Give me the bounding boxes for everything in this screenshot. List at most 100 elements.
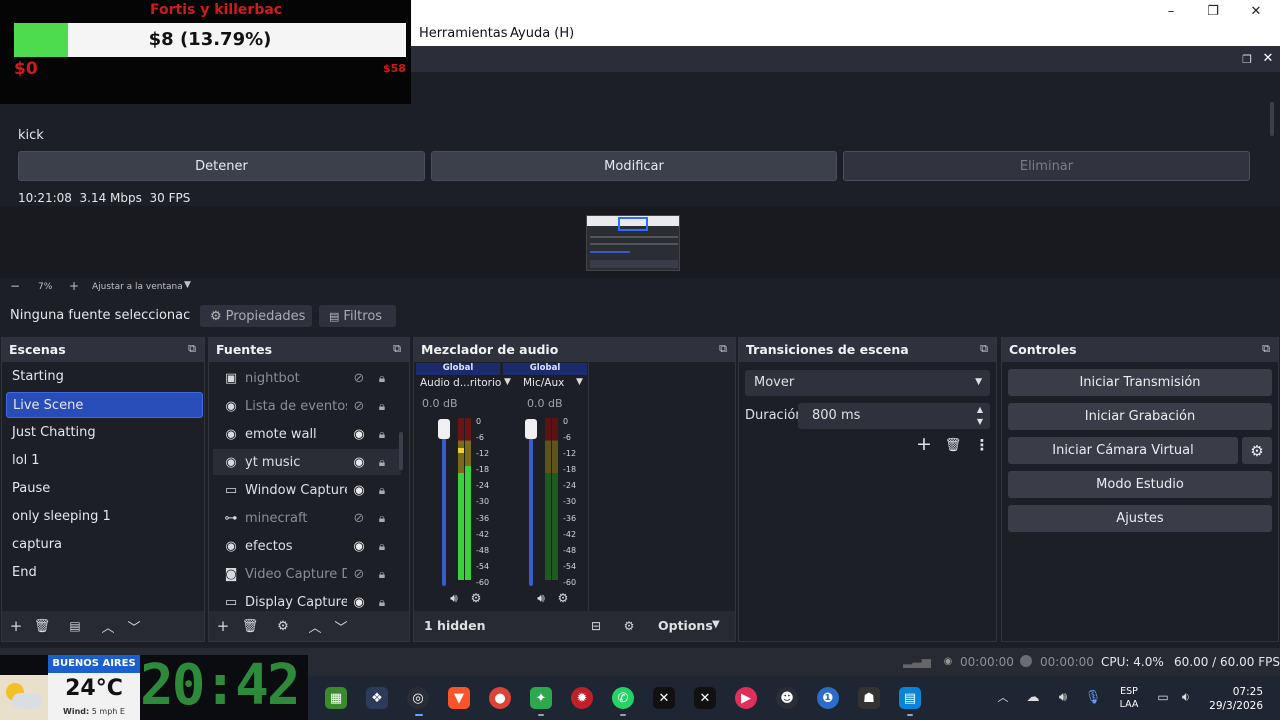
maximize-button[interactable]: ❐ [1203, 2, 1223, 20]
lock-icon[interactable]: 🔒︎ [375, 454, 389, 470]
eye-slash-icon[interactable]: ⊘ [351, 566, 367, 582]
advanced-audio-icon[interactable]: ⚙ [621, 618, 637, 634]
source-item[interactable]: ⊶ minecraft ⊘ 🔒︎ [213, 505, 401, 531]
eye-slash-icon[interactable]: ⊘ [351, 398, 367, 414]
eye-slash-icon[interactable]: ⊘ [351, 370, 367, 386]
lock-icon[interactable]: 🔒︎ [375, 538, 389, 554]
undock-icon[interactable]: ⧉ [186, 342, 198, 355]
chevron-down-icon[interactable]: ﹀ [126, 618, 142, 636]
scene-item[interactable]: only sleeping 1 [6, 504, 203, 530]
filters-button[interactable]: ▤ Filtros [319, 305, 396, 327]
volume-slider[interactable] [529, 428, 533, 586]
whatsapp-icon[interactable]: ✆ [612, 687, 634, 709]
eye-icon[interactable]: ◉ [351, 538, 367, 554]
stop-button[interactable]: Detener [18, 151, 425, 181]
scene-item[interactable]: End [6, 560, 203, 586]
source-item[interactable]: ▭ Display Capture (1 ◉ 🔒︎ [213, 589, 401, 611]
brave-icon[interactable]: ▼ [448, 687, 470, 709]
source-item[interactable]: ◉ yt music ◉ 🔒︎ [213, 449, 401, 475]
lock-icon[interactable]: 🔒︎ [375, 426, 389, 442]
scene-item-active[interactable]: Live Scene [6, 392, 203, 418]
menu-herramientas[interactable]: Herramientas [419, 26, 508, 41]
close-window-button[interactable]: ✕ [1246, 2, 1266, 20]
layout-icon[interactable]: ⊟ [588, 618, 604, 634]
hidden-count[interactable]: 1 hidden [424, 618, 486, 633]
undock-icon[interactable]: ⧉ [717, 342, 729, 355]
lock-icon[interactable]: 🔒︎ [375, 510, 389, 526]
properties-button[interactable]: ⚙ Propiedades [200, 305, 312, 327]
chevron-up-icon[interactable]: ︿ [996, 690, 1010, 704]
eye-icon[interactable]: ◉ [351, 426, 367, 442]
obs-icon[interactable]: ◎ [407, 687, 429, 709]
app-icon[interactable]: ☗ [858, 687, 880, 709]
modify-button[interactable]: Modificar [431, 151, 837, 181]
source-item[interactable]: ◉ emote wall ◉ 🔒︎ [213, 421, 401, 447]
transition-select[interactable]: Mover ▼ [745, 370, 990, 396]
channel-name[interactable]: Audio d...ritorio [420, 377, 501, 389]
scrollbar[interactable] [399, 432, 403, 470]
volume-slider-handle[interactable] [525, 419, 537, 439]
source-item[interactable]: ◉ Lista de eventos ⊘ 🔒︎ [213, 393, 401, 419]
scrollbar[interactable] [1270, 102, 1274, 136]
chrome-icon[interactable]: ● [489, 687, 511, 709]
float-icon[interactable]: ❐ [1240, 52, 1254, 66]
capcut-icon[interactable]: ✕ [653, 687, 675, 709]
chevron-down-icon[interactable]: ﹀ [333, 618, 349, 636]
more-options-icon[interactable]: ⋮ [973, 436, 991, 454]
duration-input[interactable]: 800 ms ▲ ▼ [798, 403, 990, 429]
speaker-icon[interactable]: 🔊︎ [446, 590, 462, 606]
audio-settings-icon[interactable]: ⚙ [555, 590, 571, 606]
eye-icon[interactable]: ◉ [351, 482, 367, 498]
trash-icon[interactable]: 🗑 [34, 618, 51, 634]
speaker-icon[interactable]: 🔊︎ [533, 590, 549, 606]
eye-icon[interactable]: ◉ [351, 454, 367, 470]
app-icon[interactable]: ❶ [817, 687, 839, 709]
files-icon[interactable]: ▤ [899, 687, 921, 709]
chevron-down-icon[interactable]: ▼ [576, 377, 583, 387]
lock-icon[interactable]: 🔒︎ [375, 482, 389, 498]
source-item[interactable]: ▭ Window Capture ( ◉ 🔒︎ [213, 477, 401, 503]
add-icon[interactable]: + [915, 433, 933, 455]
studio-mode-button[interactable]: Modo Estudio [1008, 471, 1272, 498]
chevron-up-icon[interactable]: ︿ [100, 618, 116, 636]
chevron-down-icon[interactable]: ▼ [712, 619, 720, 630]
volume-icon[interactable]: 🔉︎ [1177, 689, 1195, 705]
spin-down-icon[interactable]: ▼ [977, 417, 983, 426]
undock-icon[interactable]: ⧉ [391, 342, 403, 355]
undock-icon[interactable]: ⧉ [978, 342, 990, 355]
resolve-icon[interactable]: ❖ [366, 687, 388, 709]
filter-icon[interactable]: ▤ [67, 618, 83, 634]
chevron-down-icon[interactable]: ▼ [184, 280, 191, 290]
undock-icon[interactable]: ⧉ [1260, 342, 1272, 355]
source-item[interactable]: ▣ nightbot ⊘ 🔒︎ [213, 365, 401, 391]
add-icon[interactable]: + [215, 617, 231, 635]
app-icon[interactable]: ✦ [530, 687, 552, 709]
minimize-button[interactable]: – [1161, 2, 1181, 20]
zoom-fit-select[interactable]: Ajustar a la ventana [92, 282, 183, 292]
gear-icon[interactable]: ⚙ [275, 618, 291, 634]
language-indicator[interactable]: ESP LAA [1118, 685, 1140, 711]
lock-icon[interactable]: 🔒︎ [375, 594, 389, 610]
start-streaming-button[interactable]: Iniciar Transmisión [1008, 369, 1272, 396]
app-icon[interactable]: ✹ [571, 687, 593, 709]
app-icon[interactable]: ✕ [694, 687, 716, 709]
minecraft-icon[interactable]: ▦ [325, 687, 347, 709]
volume-slider-handle[interactable] [438, 419, 450, 439]
chevron-up-icon[interactable]: ︿ [307, 618, 323, 636]
trash-icon[interactable]: 🗑 [242, 618, 259, 634]
gear-icon[interactable]: ⚙ [1242, 437, 1272, 464]
scene-item[interactable]: lol 1 [6, 448, 203, 474]
eye-slash-icon[interactable]: ⊘ [351, 510, 367, 526]
options-menu[interactable]: Options [658, 618, 713, 633]
lock-icon[interactable]: 🔒︎ [375, 566, 389, 582]
zoom-out-button[interactable]: − [10, 279, 20, 293]
delete-button[interactable]: Eliminar [843, 151, 1250, 181]
scene-item[interactable]: Pause [6, 476, 203, 502]
start-recording-button[interactable]: Iniciar Grabación [1008, 403, 1272, 430]
scene-item[interactable]: Just Chatting [6, 420, 203, 446]
network-icon[interactable]: ▭ [1154, 689, 1172, 705]
audio-settings-icon[interactable]: ⚙ [468, 590, 484, 606]
scene-item[interactable]: Starting [6, 364, 203, 390]
media-player-icon[interactable]: ▶ [735, 687, 757, 709]
settings-button[interactable]: Ajustes [1008, 505, 1272, 532]
